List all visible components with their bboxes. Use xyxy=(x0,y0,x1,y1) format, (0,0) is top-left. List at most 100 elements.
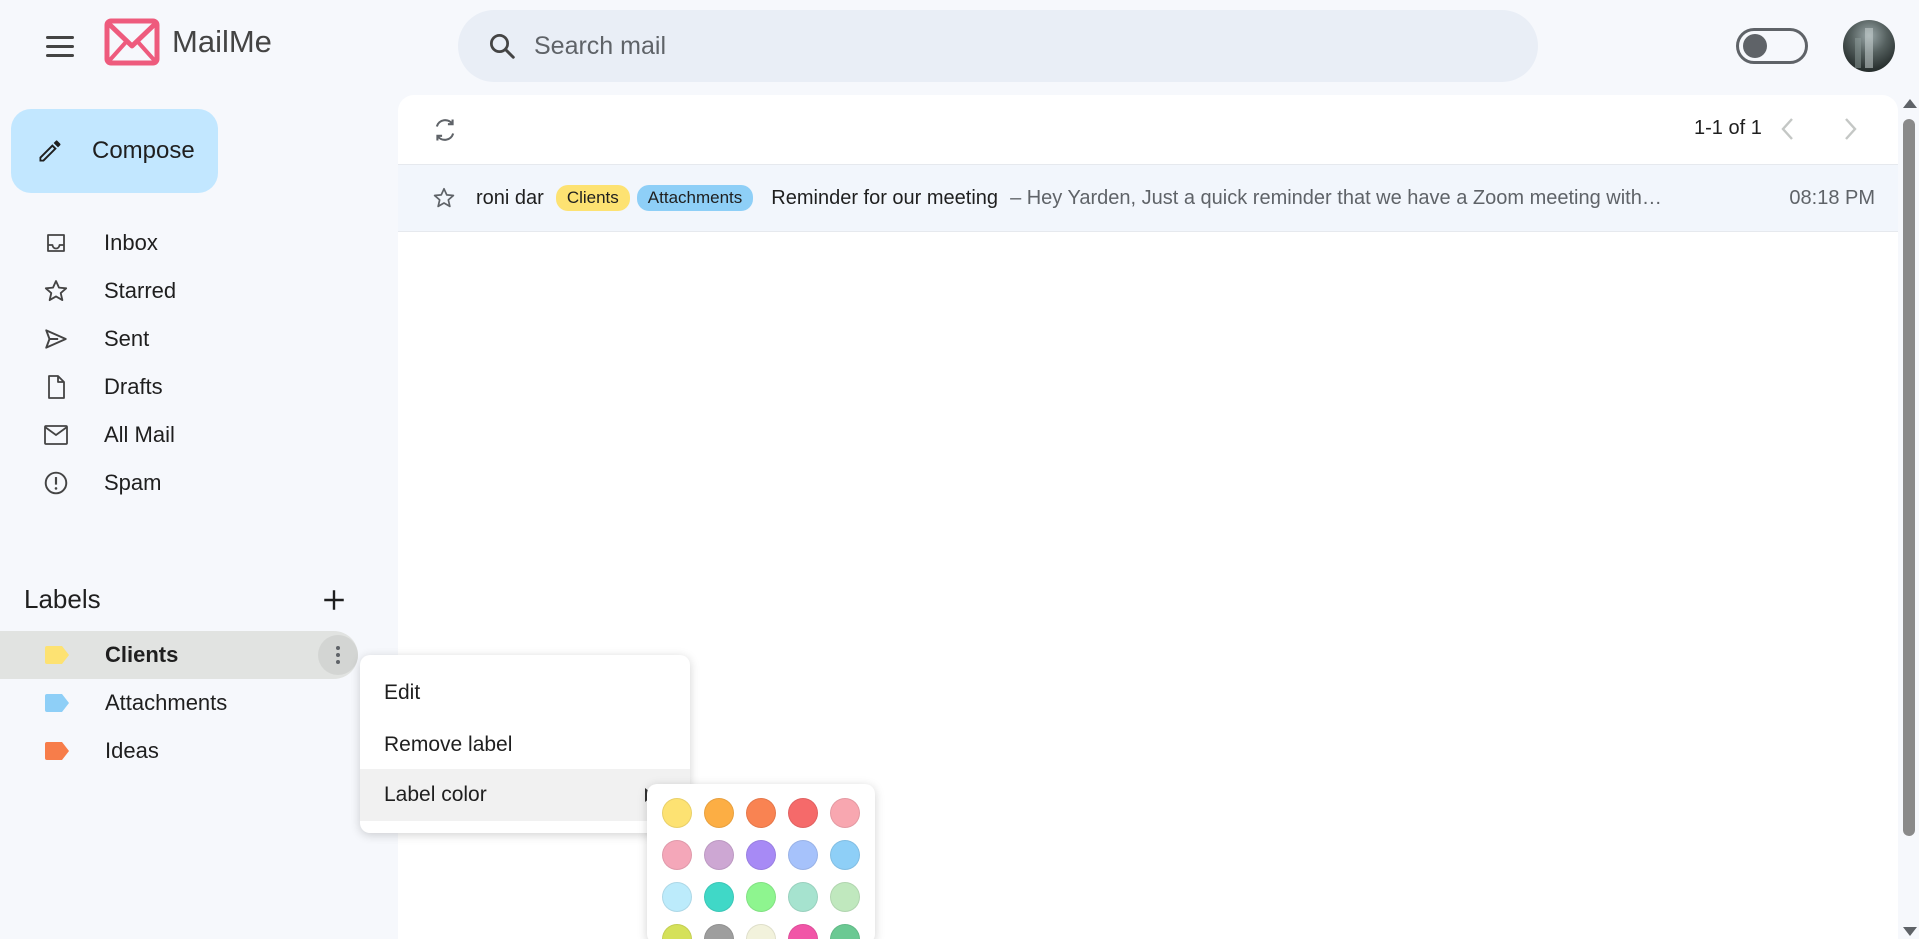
menu-item-label: Label color xyxy=(384,783,487,806)
next-page-button[interactable] xyxy=(1832,111,1868,147)
toggle-knob xyxy=(1743,34,1767,58)
theme-toggle[interactable] xyxy=(1736,28,1808,64)
menu-item-label-color[interactable]: Label color xyxy=(360,769,690,821)
spam-icon xyxy=(43,470,69,496)
color-swatch[interactable] xyxy=(662,840,692,870)
hamburger-line xyxy=(46,44,74,48)
mail-icon xyxy=(43,422,69,448)
color-swatch[interactable] xyxy=(662,882,692,912)
search-input[interactable] xyxy=(534,31,1434,61)
color-swatch[interactable] xyxy=(662,798,692,828)
label-tag-icon xyxy=(44,646,70,664)
plus-icon xyxy=(324,590,344,610)
email-sender: roni dar xyxy=(476,186,544,209)
draft-icon xyxy=(43,374,69,400)
send-icon xyxy=(43,326,69,352)
sidebar-item-label: All Mail xyxy=(104,422,175,447)
sidebar-item-label: Spam xyxy=(104,470,162,495)
email-row[interactable]: roni dar Clients Attachments Reminder fo… xyxy=(398,164,1898,232)
color-swatch[interactable] xyxy=(830,798,860,828)
label-list: Clients Attachments Ideas xyxy=(0,631,360,775)
color-swatch[interactable] xyxy=(746,798,776,828)
color-swatch[interactable] xyxy=(788,924,818,939)
sidebar-item-label: Sent xyxy=(104,326,150,351)
star-icon xyxy=(43,278,69,304)
app-header: MailMe xyxy=(0,0,1919,92)
sidebar-item-drafts[interactable]: Drafts xyxy=(0,363,320,411)
label-item-attachments[interactable]: Attachments xyxy=(0,679,358,727)
search-bar[interactable] xyxy=(458,10,1538,82)
scroll-down-arrow-icon[interactable] xyxy=(1903,927,1917,936)
color-swatch[interactable] xyxy=(704,798,734,828)
color-swatch[interactable] xyxy=(830,882,860,912)
more-dot xyxy=(336,660,340,664)
color-swatch[interactable] xyxy=(746,924,776,939)
email-time: 08:18 PM xyxy=(1789,186,1875,209)
search-icon[interactable] xyxy=(482,26,522,66)
email-label-chip-clients: Clients xyxy=(555,185,630,211)
mail-logo-icon xyxy=(104,18,160,66)
scroll-thumb[interactable] xyxy=(1903,119,1915,836)
avatar[interactable] xyxy=(1843,20,1895,72)
sidebar-item-spam[interactable]: Spam xyxy=(0,459,320,507)
sidebar-item-label: Inbox xyxy=(104,230,158,255)
color-swatch[interactable] xyxy=(788,840,818,870)
color-swatch[interactable] xyxy=(746,840,776,870)
refresh-button[interactable] xyxy=(428,113,462,147)
compose-label: Compose xyxy=(92,137,195,164)
more-dot xyxy=(336,646,340,650)
label-item-label: Clients xyxy=(105,642,179,667)
color-swatch[interactable] xyxy=(830,840,860,870)
menu-item-edit[interactable]: Edit xyxy=(360,667,690,719)
label-color-palette xyxy=(647,784,875,939)
label-item-label: Ideas xyxy=(105,738,159,763)
more-dot xyxy=(336,653,340,657)
label-more-options-button[interactable] xyxy=(318,635,358,675)
color-swatch[interactable] xyxy=(746,882,776,912)
sidebar-item-sent[interactable]: Sent xyxy=(0,315,320,363)
label-item-ideas[interactable]: Ideas xyxy=(0,727,358,775)
email-snippet: – Hey Yarden, Just a quick reminder that… xyxy=(1010,186,1662,209)
chevron-right-icon xyxy=(1845,118,1857,140)
star-toggle-icon[interactable] xyxy=(430,184,458,212)
chevron-left-icon xyxy=(1781,118,1793,140)
label-tag-icon xyxy=(44,694,70,712)
sidebar-item-all-mail[interactable]: All Mail xyxy=(0,411,320,459)
menu-item-label: Remove label xyxy=(384,733,513,756)
hamburger-line xyxy=(46,35,74,39)
pagination-count: 1-1 of 1 xyxy=(1694,117,1762,139)
color-swatch[interactable] xyxy=(788,882,818,912)
menu-item-label: Edit xyxy=(384,681,421,704)
inbox-icon xyxy=(43,230,69,256)
scroll-up-arrow-icon[interactable] xyxy=(1903,99,1917,108)
compose-button[interactable]: Compose xyxy=(11,109,218,193)
previous-page-button[interactable] xyxy=(1770,111,1806,147)
sidebar-item-label: Starred xyxy=(104,278,177,303)
labels-heading: Labels xyxy=(24,584,101,614)
hamburger-line xyxy=(46,53,74,57)
color-swatch[interactable] xyxy=(704,924,734,939)
scrollbar[interactable] xyxy=(1899,95,1919,939)
color-swatch[interactable] xyxy=(830,924,860,939)
sidebar-item-inbox[interactable]: Inbox xyxy=(0,219,320,267)
label-item-label: Attachments xyxy=(105,690,228,715)
refresh-icon xyxy=(435,119,455,141)
sidebar-nav: Inbox Starred Sent Drafts All Mail Spam xyxy=(0,219,320,507)
color-swatch[interactable] xyxy=(788,798,818,828)
email-subject: Reminder for our meeting xyxy=(771,186,999,209)
color-swatch[interactable] xyxy=(662,924,692,939)
email-label-chip-attachments: Attachments xyxy=(636,185,754,211)
pencil-icon xyxy=(35,136,65,166)
add-label-button[interactable] xyxy=(318,584,350,616)
label-context-menu: Edit Remove label Label color xyxy=(360,655,690,833)
sidebar-item-starred[interactable]: Starred xyxy=(0,267,320,315)
app-name: MailMe xyxy=(172,24,272,59)
label-tag-icon xyxy=(44,742,70,760)
menu-item-remove-label[interactable]: Remove label xyxy=(360,719,690,771)
sidebar-item-label: Drafts xyxy=(104,374,163,399)
color-swatch[interactable] xyxy=(704,840,734,870)
main-menu-button[interactable] xyxy=(36,25,84,67)
color-swatch[interactable] xyxy=(704,882,734,912)
app-logo[interactable]: MailMe xyxy=(104,18,272,66)
label-item-clients[interactable]: Clients xyxy=(0,631,358,679)
